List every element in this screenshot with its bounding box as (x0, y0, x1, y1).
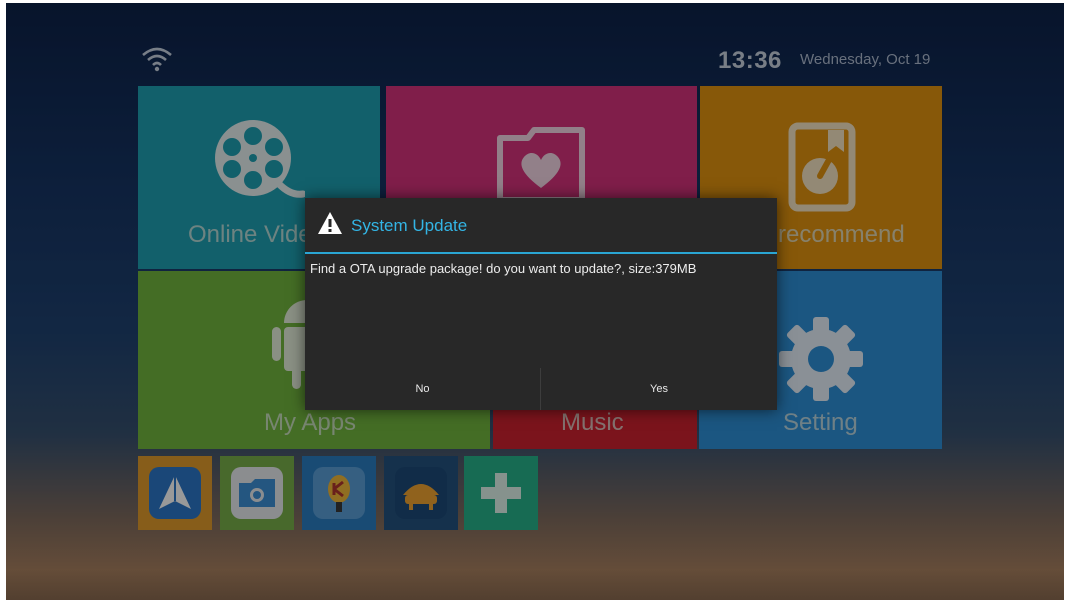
yes-button[interactable]: Yes (541, 368, 777, 410)
dialog-header: System Update (305, 198, 777, 254)
warning-icon (318, 212, 342, 234)
dialog-button-bar: No Yes (305, 368, 777, 410)
home-screen: 13:36 Wednesday, Oct 19 Online Video rec… (6, 3, 1064, 600)
system-update-dialog: System Update Find a OTA upgrade package… (305, 198, 777, 410)
dialog-message: Find a OTA upgrade package! do you want … (310, 261, 697, 276)
dialog-title: System Update (351, 216, 468, 235)
no-button[interactable]: No (305, 368, 540, 410)
